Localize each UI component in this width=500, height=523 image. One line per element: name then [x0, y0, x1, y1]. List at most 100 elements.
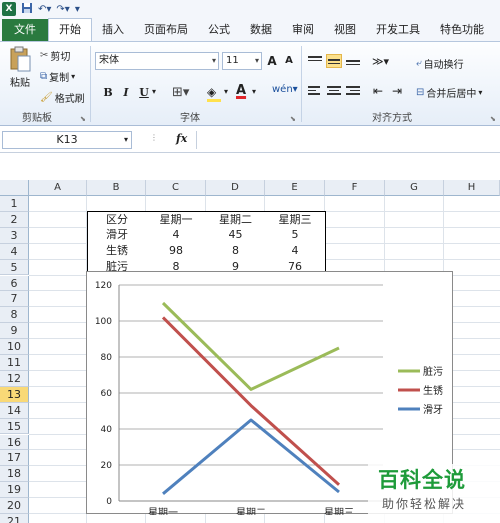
font-size-select[interactable]: 11 ▾	[222, 52, 262, 70]
row-header-20[interactable]: 20	[0, 498, 29, 514]
fill-color-button[interactable]: ◈	[207, 85, 221, 102]
font-color-button[interactable]: A	[236, 83, 246, 98]
row-header-13[interactable]: 13	[0, 386, 29, 403]
row-header-15[interactable]: 15	[0, 418, 29, 435]
row-header-1[interactable]: 1	[0, 196, 29, 212]
formula-input[interactable]	[196, 131, 500, 149]
increase-indent-icon[interactable]: ⇥	[392, 84, 402, 98]
tab-home[interactable]: 开始	[48, 18, 92, 41]
dialog-launcher-icon[interactable]: ⬊	[490, 115, 496, 123]
excel-icon: X	[2, 2, 16, 16]
merge-label: 合并后居中	[426, 89, 477, 100]
row-header-14[interactable]: 14	[0, 402, 29, 419]
orientation-icon[interactable]: ≫▾	[372, 55, 389, 68]
row-header-12[interactable]: 12	[0, 370, 29, 387]
row-header-21[interactable]: 21	[0, 514, 29, 523]
table-cell[interactable]: 5	[265, 226, 326, 244]
align-right-button[interactable]	[345, 84, 361, 98]
row-header-10[interactable]: 10	[0, 339, 29, 355]
align-middle-button[interactable]	[326, 54, 342, 68]
column-header-f[interactable]: F	[325, 180, 385, 196]
format-painter-button[interactable]: 🖌 格式刷	[40, 90, 85, 105]
row-header-16[interactable]: 16	[0, 434, 29, 451]
chevron-down-icon[interactable]: ▾	[252, 87, 256, 96]
copy-button[interactable]: ⧉ 复制 ▾	[40, 69, 75, 84]
table-header-cell[interactable]: 区分	[87, 210, 147, 228]
tab-developer[interactable]: 开发工具	[366, 19, 430, 41]
name-box[interactable]: K13 ▾	[2, 131, 132, 149]
row-header-19[interactable]: 19	[0, 482, 29, 499]
table-cell[interactable]: 98	[146, 242, 207, 260]
cut-label: 剪切	[50, 52, 71, 63]
paste-button[interactable]: 粘贴	[6, 46, 34, 89]
table-cell[interactable]: 4	[265, 242, 326, 260]
column-header-h[interactable]: H	[444, 180, 500, 196]
border-icon[interactable]: ⊞▾	[172, 85, 189, 100]
tab-file[interactable]: 文件	[2, 19, 48, 41]
align-top-button[interactable]	[307, 54, 323, 68]
merge-center-button[interactable]: ⊟ 合并后居中 ▾	[416, 85, 482, 100]
table-cell[interactable]: 8	[206, 242, 266, 260]
grow-font-button[interactable]: A	[264, 54, 280, 68]
dialog-launcher-icon[interactable]: ⬊	[290, 115, 296, 123]
row-header-17[interactable]: 17	[0, 450, 29, 467]
tab-formulas[interactable]: 公式	[198, 19, 240, 41]
align-bottom-button[interactable]	[345, 54, 361, 68]
table-header-cell[interactable]: 星期一	[146, 210, 207, 228]
select-all-button[interactable]	[0, 180, 29, 196]
row-header-5[interactable]: 5	[0, 259, 29, 276]
customize-icon[interactable]: ▾	[75, 4, 80, 15]
column-header-g[interactable]: G	[385, 180, 444, 196]
watermark-subtitle: 助你轻松解决	[382, 497, 467, 511]
save-icon[interactable]	[21, 2, 33, 17]
row-header-6[interactable]: 6	[0, 275, 29, 292]
redo-icon[interactable]: ↷▾	[56, 4, 69, 15]
column-header-d[interactable]: D	[206, 180, 265, 196]
table-cell[interactable]: 45	[206, 226, 266, 244]
undo-icon[interactable]: ↶▾	[38, 4, 51, 15]
shrink-font-button[interactable]: A	[281, 55, 297, 66]
phonetic-button[interactable]: wén▾	[272, 84, 298, 95]
table-cell[interactable]: 生锈	[87, 242, 147, 260]
chevron-down-icon[interactable]: ▾	[224, 87, 228, 96]
row-header-9[interactable]: 9	[0, 323, 29, 340]
table-header-cell[interactable]: 星期二	[206, 210, 266, 228]
chevron-down-icon[interactable]: ▾	[152, 87, 156, 96]
font-group-label: 字体	[180, 113, 200, 124]
dialog-launcher-icon[interactable]: ⬊	[80, 115, 86, 123]
row-header-11[interactable]: 11	[0, 355, 29, 371]
tab-view[interactable]: 视图	[324, 19, 366, 41]
bold-button[interactable]: B	[100, 86, 116, 99]
tab-review[interactable]: 审阅	[282, 19, 324, 41]
row-header-18[interactable]: 18	[0, 466, 29, 483]
cut-button[interactable]: ✂ 剪切	[40, 48, 70, 63]
table-cell[interactable]: 4	[146, 226, 207, 244]
tab-data[interactable]: 数据	[240, 19, 282, 41]
column-header-e[interactable]: E	[265, 180, 325, 196]
column-header-a[interactable]: A	[29, 180, 87, 196]
table-header-cell[interactable]: 星期三	[265, 210, 326, 228]
align-left-button[interactable]	[307, 84, 323, 98]
decrease-indent-icon[interactable]: ⇤	[373, 84, 383, 98]
row-header-7[interactable]: 7	[0, 291, 29, 308]
font-name-select[interactable]: 宋体 ▾	[95, 52, 219, 70]
sheet-top-gap	[0, 153, 500, 180]
align-center-button[interactable]	[326, 84, 342, 98]
row-header-8[interactable]: 8	[0, 307, 29, 324]
row-header-2[interactable]: 2	[0, 211, 29, 228]
brush-icon: 🖌	[40, 92, 53, 103]
font-name-value: 宋体	[99, 55, 119, 66]
tab-features[interactable]: 特色功能	[430, 19, 494, 41]
wrap-text-button[interactable]: ⤶ 自动换行	[416, 56, 464, 71]
insert-function-button[interactable]: fx	[176, 132, 187, 145]
column-header-c[interactable]: C	[146, 180, 206, 196]
tab-insert[interactable]: 插入	[92, 19, 134, 41]
excel-window: X ↶▾ ↷▾ ▾ 文件 开始 插入 页面布局 公式 数据 审阅 视图 开发工具…	[0, 0, 500, 523]
column-header-b[interactable]: B	[87, 180, 146, 196]
underline-button[interactable]: U	[136, 86, 152, 99]
row-header-4[interactable]: 4	[0, 243, 29, 260]
italic-button[interactable]: I	[118, 86, 134, 99]
row-header-3[interactable]: 3	[0, 227, 29, 244]
table-cell[interactable]: 滑牙	[87, 226, 147, 244]
tab-page-layout[interactable]: 页面布局	[134, 19, 198, 41]
